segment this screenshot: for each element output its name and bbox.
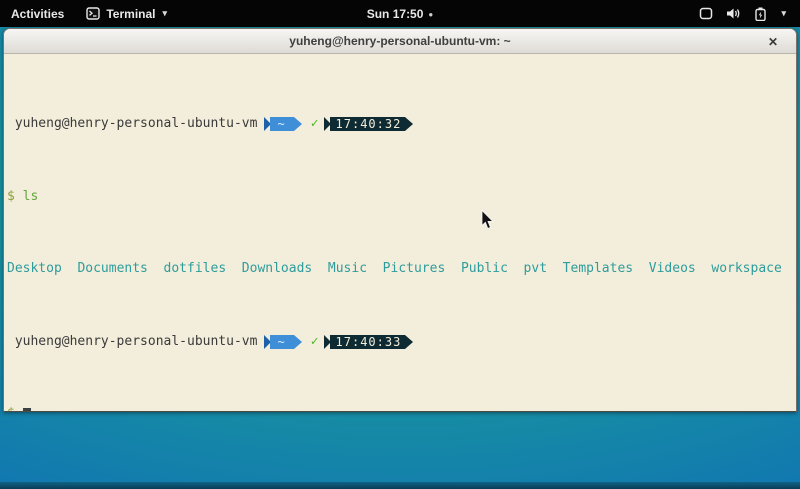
directory-name: workspace <box>711 262 781 277</box>
powerline-arrow-icon <box>405 117 413 131</box>
directory-name: Templates <box>563 262 633 277</box>
typed-command: ls <box>23 190 39 205</box>
directory-name: Pictures <box>383 262 446 277</box>
status-check-icon: ✓ <box>311 117 319 132</box>
terminal-window: yuheng@henry-personal-ubuntu-vm: ~ ✕ yuh… <box>3 28 797 412</box>
directory-name: Public <box>461 262 508 277</box>
window-title: yuheng@henry-personal-ubuntu-vm: ~ <box>289 34 510 48</box>
close-button[interactable]: ✕ <box>762 29 784 54</box>
prompt-symbol: $ <box>7 190 15 205</box>
system-status-area[interactable]: ▾ <box>699 7 800 21</box>
activities-button[interactable]: Activities <box>0 7 76 21</box>
directory-name: Music <box>328 262 367 277</box>
prompt-path: ~ <box>270 117 293 131</box>
powerline-time-segment: 17:40:33 <box>324 335 414 349</box>
prompt-line-1: yuheng@henry-personal-ubuntu-vm ~ ✓ 17:4… <box>7 117 793 132</box>
directory-name: Downloads <box>242 262 312 277</box>
prompt-symbol: $ <box>7 407 15 411</box>
chevron-down-icon: ▾ <box>162 8 167 19</box>
desktop-bottom-edge <box>0 482 800 489</box>
terminal-block-cursor <box>23 408 31 411</box>
prompt-host: yuheng@henry-personal-ubuntu-vm <box>15 335 258 350</box>
directory-name: dotfiles <box>164 262 227 277</box>
directory-name: Videos <box>649 262 696 277</box>
window-titlebar[interactable]: yuheng@henry-personal-ubuntu-vm: ~ ✕ <box>4 29 796 54</box>
directory-name: Desktop <box>7 262 62 277</box>
prompt-timestamp: 17:40:33 <box>330 335 406 349</box>
battery-charging-icon <box>754 7 767 21</box>
powerline-arrow-icon <box>405 335 413 349</box>
prompt-line-2: yuheng@henry-personal-ubuntu-vm ~ ✓ 17:4… <box>7 335 793 350</box>
volume-icon <box>726 7 741 20</box>
prompt-path: ~ <box>270 335 293 349</box>
prompt-timestamp: 17:40:32 <box>330 117 406 131</box>
command-line: $ ls <box>7 190 793 205</box>
mouse-pointer-icon <box>481 210 495 230</box>
powerline-path-segment: ~ <box>264 117 301 131</box>
chevron-down-icon: ▾ <box>781 8 786 19</box>
powerline-arrow-icon <box>294 335 302 349</box>
app-menu-terminal[interactable]: Terminal ▾ <box>76 7 177 21</box>
clock-label[interactable]: Sun 17:50 <box>367 7 424 21</box>
powerline-time-segment: 17:40:32 <box>324 117 414 131</box>
input-line[interactable]: $ <box>7 407 793 411</box>
powerline-arrow-icon <box>294 117 302 131</box>
terminal-content[interactable]: yuheng@henry-personal-ubuntu-vm ~ ✓ 17:4… <box>4 54 796 411</box>
powerline-path-segment: ~ <box>264 335 301 349</box>
directory-name: Documents <box>77 262 147 277</box>
prompt-host: yuheng@henry-personal-ubuntu-vm <box>15 117 258 132</box>
gnome-top-bar: Activities Terminal ▾ Sun 17:50 ● <box>0 0 800 27</box>
app-menu-label: Terminal <box>106 7 155 21</box>
screen-icon <box>699 7 713 20</box>
terminal-app-icon <box>86 7 100 20</box>
notification-dot-icon: ● <box>428 10 433 19</box>
ls-output-line: Desktop Documents dotfiles Downloads Mus… <box>7 262 793 277</box>
directory-name: pvt <box>524 262 547 277</box>
status-check-icon: ✓ <box>311 335 319 350</box>
